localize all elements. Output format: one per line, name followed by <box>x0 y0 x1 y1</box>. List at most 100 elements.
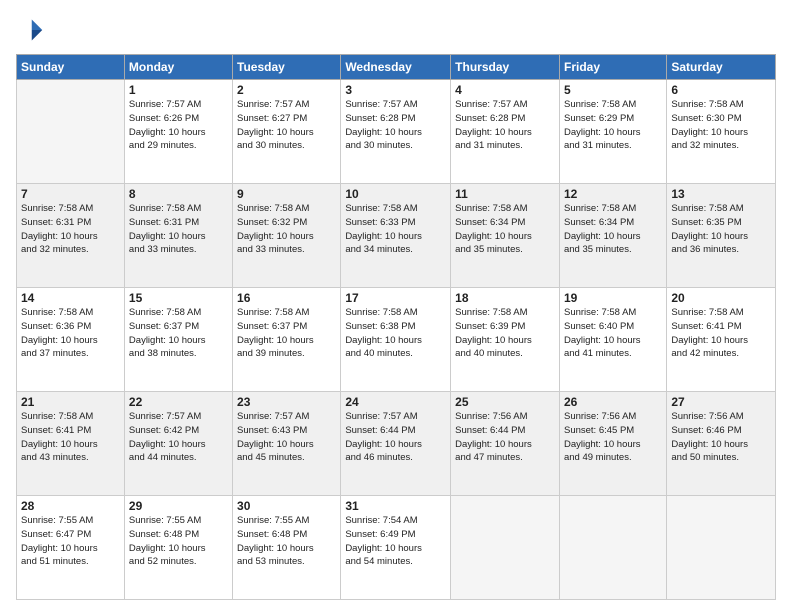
calendar-week-row: 28Sunrise: 7:55 AMSunset: 6:47 PMDayligh… <box>17 496 776 600</box>
day-number: 2 <box>237 83 336 97</box>
day-number: 1 <box>129 83 228 97</box>
weekday-header-sunday: Sunday <box>17 55 125 80</box>
calendar-cell: 9Sunrise: 7:58 AMSunset: 6:32 PMDaylight… <box>233 184 341 288</box>
day-info: Sunrise: 7:58 AMSunset: 6:41 PMDaylight:… <box>21 410 120 465</box>
day-number: 12 <box>564 187 662 201</box>
calendar-cell: 14Sunrise: 7:58 AMSunset: 6:36 PMDayligh… <box>17 288 125 392</box>
calendar-cell: 26Sunrise: 7:56 AMSunset: 6:45 PMDayligh… <box>559 392 666 496</box>
calendar-cell: 31Sunrise: 7:54 AMSunset: 6:49 PMDayligh… <box>341 496 451 600</box>
calendar-cell: 8Sunrise: 7:58 AMSunset: 6:31 PMDaylight… <box>124 184 232 288</box>
day-number: 9 <box>237 187 336 201</box>
day-number: 14 <box>21 291 120 305</box>
calendar-cell: 4Sunrise: 7:57 AMSunset: 6:28 PMDaylight… <box>451 80 560 184</box>
day-info: Sunrise: 7:58 AMSunset: 6:31 PMDaylight:… <box>21 202 120 257</box>
day-number: 27 <box>671 395 771 409</box>
day-info: Sunrise: 7:57 AMSunset: 6:27 PMDaylight:… <box>237 98 336 153</box>
day-number: 13 <box>671 187 771 201</box>
calendar-cell: 6Sunrise: 7:58 AMSunset: 6:30 PMDaylight… <box>667 80 776 184</box>
day-number: 26 <box>564 395 662 409</box>
weekday-header-thursday: Thursday <box>451 55 560 80</box>
day-info: Sunrise: 7:58 AMSunset: 6:34 PMDaylight:… <box>564 202 662 257</box>
day-info: Sunrise: 7:58 AMSunset: 6:32 PMDaylight:… <box>237 202 336 257</box>
page: SundayMondayTuesdayWednesdayThursdayFrid… <box>0 0 792 612</box>
calendar-cell <box>667 496 776 600</box>
day-info: Sunrise: 7:56 AMSunset: 6:46 PMDaylight:… <box>671 410 771 465</box>
calendar-cell: 10Sunrise: 7:58 AMSunset: 6:33 PMDayligh… <box>341 184 451 288</box>
day-number: 29 <box>129 499 228 513</box>
calendar-cell: 17Sunrise: 7:58 AMSunset: 6:38 PMDayligh… <box>341 288 451 392</box>
weekday-header-wednesday: Wednesday <box>341 55 451 80</box>
day-number: 23 <box>237 395 336 409</box>
day-number: 19 <box>564 291 662 305</box>
day-number: 10 <box>345 187 446 201</box>
day-info: Sunrise: 7:58 AMSunset: 6:33 PMDaylight:… <box>345 202 446 257</box>
day-number: 20 <box>671 291 771 305</box>
calendar-cell: 24Sunrise: 7:57 AMSunset: 6:44 PMDayligh… <box>341 392 451 496</box>
day-number: 7 <box>21 187 120 201</box>
day-info: Sunrise: 7:58 AMSunset: 6:39 PMDaylight:… <box>455 306 555 361</box>
calendar-cell <box>559 496 666 600</box>
calendar-cell: 5Sunrise: 7:58 AMSunset: 6:29 PMDaylight… <box>559 80 666 184</box>
calendar-cell: 27Sunrise: 7:56 AMSunset: 6:46 PMDayligh… <box>667 392 776 496</box>
calendar-cell: 21Sunrise: 7:58 AMSunset: 6:41 PMDayligh… <box>17 392 125 496</box>
calendar-cell <box>451 496 560 600</box>
day-number: 6 <box>671 83 771 97</box>
header <box>16 16 776 44</box>
calendar-cell: 28Sunrise: 7:55 AMSunset: 6:47 PMDayligh… <box>17 496 125 600</box>
calendar-cell: 7Sunrise: 7:58 AMSunset: 6:31 PMDaylight… <box>17 184 125 288</box>
day-info: Sunrise: 7:55 AMSunset: 6:48 PMDaylight:… <box>237 514 336 569</box>
day-info: Sunrise: 7:57 AMSunset: 6:42 PMDaylight:… <box>129 410 228 465</box>
calendar-cell: 29Sunrise: 7:55 AMSunset: 6:48 PMDayligh… <box>124 496 232 600</box>
day-info: Sunrise: 7:58 AMSunset: 6:35 PMDaylight:… <box>671 202 771 257</box>
day-info: Sunrise: 7:58 AMSunset: 6:41 PMDaylight:… <box>671 306 771 361</box>
day-info: Sunrise: 7:58 AMSunset: 6:34 PMDaylight:… <box>455 202 555 257</box>
day-info: Sunrise: 7:58 AMSunset: 6:30 PMDaylight:… <box>671 98 771 153</box>
day-info: Sunrise: 7:57 AMSunset: 6:26 PMDaylight:… <box>129 98 228 153</box>
calendar-cell: 20Sunrise: 7:58 AMSunset: 6:41 PMDayligh… <box>667 288 776 392</box>
weekday-header-monday: Monday <box>124 55 232 80</box>
day-number: 4 <box>455 83 555 97</box>
calendar-cell: 18Sunrise: 7:58 AMSunset: 6:39 PMDayligh… <box>451 288 560 392</box>
calendar-cell: 11Sunrise: 7:58 AMSunset: 6:34 PMDayligh… <box>451 184 560 288</box>
day-info: Sunrise: 7:56 AMSunset: 6:44 PMDaylight:… <box>455 410 555 465</box>
calendar-cell: 1Sunrise: 7:57 AMSunset: 6:26 PMDaylight… <box>124 80 232 184</box>
day-number: 15 <box>129 291 228 305</box>
day-info: Sunrise: 7:57 AMSunset: 6:44 PMDaylight:… <box>345 410 446 465</box>
calendar-cell: 12Sunrise: 7:58 AMSunset: 6:34 PMDayligh… <box>559 184 666 288</box>
calendar-week-row: 7Sunrise: 7:58 AMSunset: 6:31 PMDaylight… <box>17 184 776 288</box>
calendar-week-row: 1Sunrise: 7:57 AMSunset: 6:26 PMDaylight… <box>17 80 776 184</box>
day-number: 21 <box>21 395 120 409</box>
day-number: 16 <box>237 291 336 305</box>
weekday-header-friday: Friday <box>559 55 666 80</box>
calendar-week-row: 14Sunrise: 7:58 AMSunset: 6:36 PMDayligh… <box>17 288 776 392</box>
weekday-header-saturday: Saturday <box>667 55 776 80</box>
day-number: 18 <box>455 291 555 305</box>
day-number: 3 <box>345 83 446 97</box>
calendar-week-row: 21Sunrise: 7:58 AMSunset: 6:41 PMDayligh… <box>17 392 776 496</box>
day-info: Sunrise: 7:56 AMSunset: 6:45 PMDaylight:… <box>564 410 662 465</box>
day-info: Sunrise: 7:57 AMSunset: 6:28 PMDaylight:… <box>345 98 446 153</box>
day-info: Sunrise: 7:58 AMSunset: 6:31 PMDaylight:… <box>129 202 228 257</box>
calendar-cell: 30Sunrise: 7:55 AMSunset: 6:48 PMDayligh… <box>233 496 341 600</box>
day-info: Sunrise: 7:57 AMSunset: 6:28 PMDaylight:… <box>455 98 555 153</box>
day-info: Sunrise: 7:55 AMSunset: 6:47 PMDaylight:… <box>21 514 120 569</box>
weekday-header-tuesday: Tuesday <box>233 55 341 80</box>
calendar-cell: 13Sunrise: 7:58 AMSunset: 6:35 PMDayligh… <box>667 184 776 288</box>
day-number: 11 <box>455 187 555 201</box>
calendar-cell: 2Sunrise: 7:57 AMSunset: 6:27 PMDaylight… <box>233 80 341 184</box>
calendar-cell: 19Sunrise: 7:58 AMSunset: 6:40 PMDayligh… <box>559 288 666 392</box>
day-number: 17 <box>345 291 446 305</box>
day-info: Sunrise: 7:58 AMSunset: 6:36 PMDaylight:… <box>21 306 120 361</box>
weekday-header-row: SundayMondayTuesdayWednesdayThursdayFrid… <box>17 55 776 80</box>
day-number: 5 <box>564 83 662 97</box>
day-number: 30 <box>237 499 336 513</box>
day-info: Sunrise: 7:58 AMSunset: 6:38 PMDaylight:… <box>345 306 446 361</box>
calendar-cell: 25Sunrise: 7:56 AMSunset: 6:44 PMDayligh… <box>451 392 560 496</box>
day-info: Sunrise: 7:58 AMSunset: 6:29 PMDaylight:… <box>564 98 662 153</box>
day-number: 22 <box>129 395 228 409</box>
calendar-cell <box>17 80 125 184</box>
logo <box>16 16 48 44</box>
calendar-cell: 23Sunrise: 7:57 AMSunset: 6:43 PMDayligh… <box>233 392 341 496</box>
calendar-table: SundayMondayTuesdayWednesdayThursdayFrid… <box>16 54 776 600</box>
day-info: Sunrise: 7:54 AMSunset: 6:49 PMDaylight:… <box>345 514 446 569</box>
